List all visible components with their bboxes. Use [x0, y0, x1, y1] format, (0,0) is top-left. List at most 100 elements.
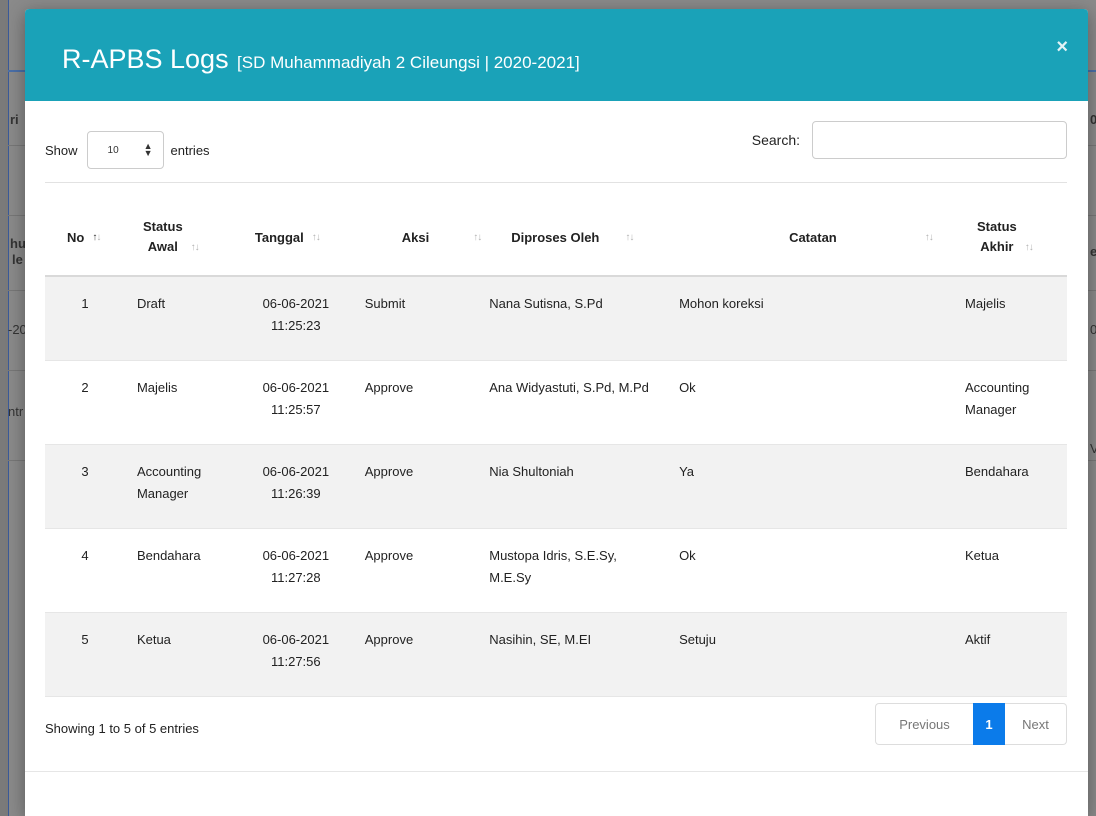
cell-aksi: Approve: [364, 547, 414, 563]
column-header-label: Diproses Oleh: [511, 229, 600, 245]
page-size-value: 10: [107, 144, 119, 156]
cell-status-awal: Ketua: [136, 631, 171, 647]
previous-page-button[interactable]: Previous: [875, 703, 973, 745]
sort-icon: ↑↓: [311, 231, 321, 243]
logs-table: No ↑↓ Status Awal ↑↓ Tanggal ↑↓ Aksi ↑↓ …: [45, 199, 1067, 697]
sort-icon: ↑↓: [190, 241, 200, 253]
cell-date: 06-06-2021: [262, 379, 330, 395]
cell-catatan: Ya: [679, 463, 694, 479]
cell-date: 06-06-2021: [262, 296, 330, 311]
modal-title-subtitle: [SD Muhammadiyah 2 Cileungsi | 2020-2021…: [237, 53, 580, 72]
cell-status-akhir: Majelis: [965, 296, 1006, 311]
cell-status-awal: Accounting Manager: [136, 463, 202, 501]
cell-tanggal: 06-06-2021 11:27:28: [237, 529, 355, 589]
column-header-label: Aksi: [401, 229, 430, 245]
background-text-fragment: le: [12, 252, 23, 267]
table-row: 1 Draft 06-06-2021 11:25:23 Submit Nana S…: [45, 276, 1067, 360]
sort-icon: ↑↓: [473, 231, 482, 243]
next-page-button[interactable]: Next: [1005, 703, 1067, 745]
cell-catatan: Mohon koreksi: [679, 296, 764, 311]
cell-no: 2: [81, 379, 89, 395]
column-header-no[interactable]: No ↑↓: [45, 199, 125, 277]
background-text-fragment: 0: [1090, 322, 1096, 337]
modal-title: R-APBS Logs [SD Muhammadiyah 2 Cileungsi…: [62, 44, 580, 75]
table-row: 3 Accounting Manager 06-06-2021 11:26:39 …: [45, 444, 1067, 528]
cell-diproses-oleh: Nana Sutisna, S.Pd: [489, 296, 603, 311]
cell-catatan: Ok: [679, 547, 696, 563]
cell-diproses-oleh: Nasihin, SE, M.EI: [489, 631, 592, 647]
cell-aksi: Approve: [364, 631, 414, 647]
pagination: Previous 1 Next: [875, 703, 1067, 745]
table-header-row: No ↑↓ Status Awal ↑↓ Tanggal ↑↓ Aksi ↑↓ …: [45, 199, 1067, 277]
close-icon[interactable]: ×: [1056, 37, 1068, 57]
cell-no: 4: [81, 547, 89, 563]
cell-status-akhir: Aktif: [965, 631, 991, 647]
table-info: Showing 1 to 5 of 5 entries: [45, 721, 199, 736]
cell-date: 06-06-2021: [262, 463, 330, 479]
table-row: 2 Majelis 06-06-2021 11:25:57 Approve Ana…: [45, 360, 1067, 444]
page-1-button[interactable]: 1: [973, 703, 1005, 745]
cell-time: 11:25:23: [270, 318, 321, 333]
cell-aksi: Approve: [364, 463, 414, 479]
table-row: 4 Bendahara 06-06-2021 11:27:28 Approve M…: [45, 528, 1067, 612]
cell-status-awal: Bendahara: [136, 547, 201, 563]
cell-diproses-oleh: Ana Widyastuti, S.Pd, M.Pd: [489, 379, 649, 395]
background-text-fragment: ri: [10, 112, 19, 127]
column-header-label: Catatan: [789, 229, 837, 245]
background-text-fragment: ntr: [8, 404, 24, 419]
cell-no: 1: [81, 296, 89, 311]
cell-catatan: Ok: [679, 379, 696, 395]
background-text-fragment: V: [1090, 441, 1096, 456]
cell-no: 5: [81, 631, 89, 647]
cell-diproses-oleh: Nia Shultoniah: [489, 463, 574, 479]
background-text-fragment: e: [1090, 244, 1096, 259]
column-header-status-akhir[interactable]: Status Akhir ↑↓: [947, 199, 1067, 277]
sort-icon: ↑↓: [625, 231, 634, 243]
search-input[interactable]: [812, 121, 1067, 159]
column-header-catatan[interactable]: Catatan ↑↓: [671, 199, 948, 277]
column-header-aksi[interactable]: Aksi ↑↓: [354, 199, 482, 277]
cell-tanggal: 06-06-2021 11:26:39: [237, 445, 355, 505]
column-header-status-awal[interactable]: Status Awal ↑↓: [124, 199, 237, 277]
entries-label: entries: [170, 142, 210, 158]
cell-tanggal: 06-06-2021 11:25:23: [237, 277, 355, 337]
column-header-label: Tanggal: [254, 229, 304, 245]
cell-aksi: Approve: [364, 379, 414, 395]
cell-diproses-oleh: Mustopa Idris, S.E.Sy, M.E.Sy: [489, 547, 617, 585]
cell-status-akhir: Bendahara: [965, 463, 1029, 479]
modal-title-main: R-APBS Logs: [62, 44, 229, 74]
column-header-diproses-oleh[interactable]: Diproses Oleh ↑↓: [481, 199, 672, 277]
sort-icon: ↑↓: [1024, 241, 1034, 253]
cell-catatan: Setuju: [679, 631, 716, 647]
column-header-label: Akhir: [980, 239, 1014, 254]
controls-divider: [45, 182, 1067, 183]
column-header-label: Status: [977, 219, 1017, 234]
cell-time: 11:25:57: [270, 401, 321, 417]
column-header-label: No: [67, 229, 85, 245]
page-size-select[interactable]: 10 ▲ ▼: [86, 131, 164, 169]
modal-footer-divider: [25, 771, 1088, 772]
cell-status-akhir: Ketua: [965, 547, 999, 563]
cell-date: 06-06-2021: [262, 547, 330, 563]
column-header-label: Awal: [147, 239, 178, 254]
page-size-control: Show 10 ▲ ▼ entries: [45, 131, 210, 169]
cell-aksi: Submit: [364, 296, 406, 311]
logs-modal: R-APBS Logs [SD Muhammadiyah 2 Cileungsi…: [25, 9, 1088, 816]
column-header-tanggal[interactable]: Tanggal ↑↓: [236, 199, 355, 277]
cell-no: 3: [81, 463, 89, 479]
background-text-fragment: hu: [10, 236, 26, 251]
modal-header: R-APBS Logs [SD Muhammadiyah 2 Cileungsi…: [25, 9, 1088, 101]
cell-tanggal: 06-06-2021 11:27:56: [237, 613, 355, 673]
search-control: Search:: [752, 121, 1067, 159]
column-header-label: Status: [142, 219, 183, 234]
search-label: Search:: [751, 132, 800, 148]
cell-tanggal: 06-06-2021 11:25:57: [237, 361, 355, 421]
sort-asc-icon: ↑↓: [92, 231, 101, 243]
cell-time: 11:26:39: [270, 485, 321, 501]
cell-status-awal: Majelis: [136, 379, 178, 395]
table-controls: Show 10 ▲ ▼ entries Search:: [45, 121, 1067, 169]
background-text-fragment: -20: [8, 322, 27, 337]
cell-status-akhir: Accounting Manager: [965, 379, 1030, 417]
cell-date: 06-06-2021: [262, 631, 330, 647]
background-text-fragment: 02: [1090, 112, 1096, 127]
